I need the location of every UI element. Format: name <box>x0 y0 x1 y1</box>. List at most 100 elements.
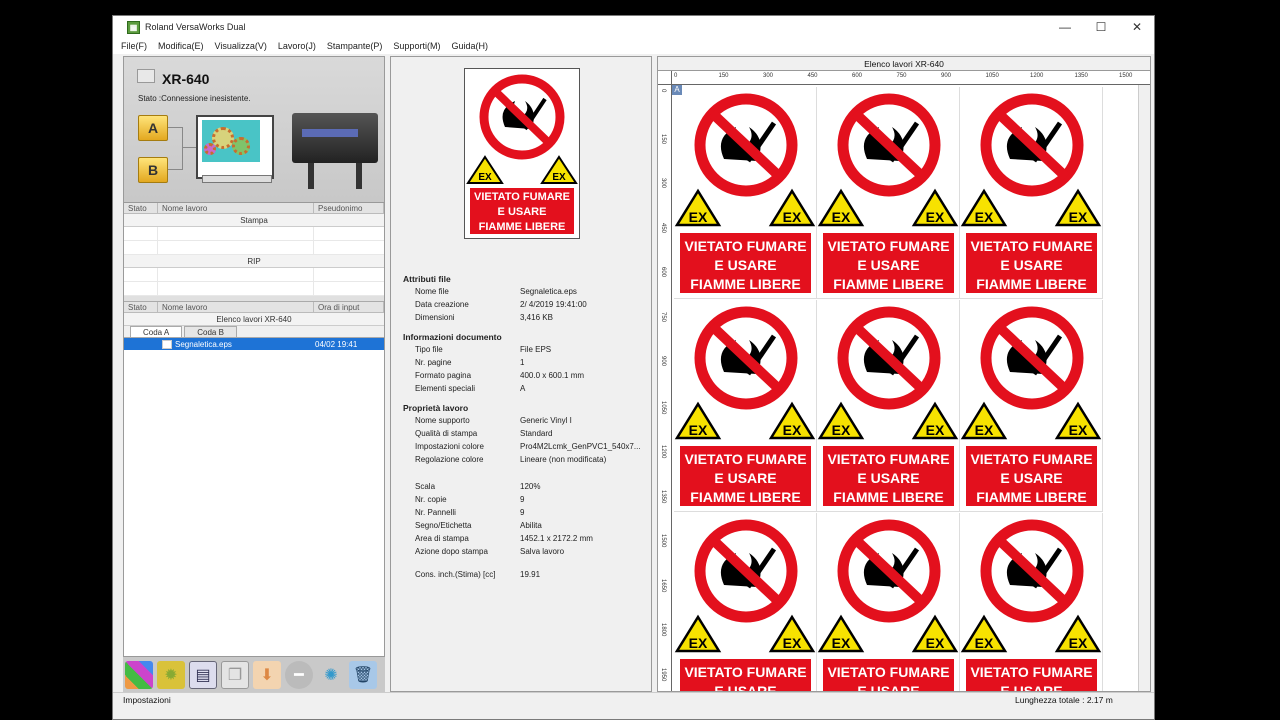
close-button[interactable]: ✕ <box>1119 16 1154 38</box>
job-row-selected[interactable]: Segnaletica.eps 04/02 19:41 <box>124 338 384 350</box>
job-name: Segnaletica.eps <box>175 339 232 349</box>
sign-tile[interactable]: EXEXVIETATO FUMAREE USAREFIAMME LIBERE <box>960 87 1103 299</box>
menu-help[interactable]: Guida(H) <box>451 41 488 51</box>
attr-key: Impostazioni colore <box>415 442 484 451</box>
svg-text:FIAMME LIBERE: FIAMME LIBERE <box>833 489 943 505</box>
settings-icon[interactable] <box>125 660 153 689</box>
svg-text:EX: EX <box>832 209 851 225</box>
ruler-tick-label: 300 <box>763 73 774 79</box>
status-bar: Impostazioni Lunghezza totale : 2.17 m <box>113 692 1154 719</box>
queue-b-folder-icon[interactable]: B <box>138 157 168 183</box>
sign-tile[interactable]: EXEXVIETATO FUMAREE USAREFIAMME LIBERE <box>674 87 817 299</box>
stop-icon[interactable]: ━ <box>285 660 313 689</box>
attr-value: 3,416 KB <box>520 313 553 322</box>
sign-tile[interactable]: EXEXVIETATO FUMAREE USAREFIAMME LIBERE <box>817 87 960 299</box>
svg-text:VIETATO FUMARE: VIETATO FUMARE <box>827 451 949 467</box>
svg-text:EX: EX <box>689 635 708 651</box>
no-fire-sign-icon: EXEXVIETATO FUMAREE USAREFIAMME LIBERE <box>674 93 816 293</box>
menu-media[interactable]: Supporti(M) <box>393 41 440 51</box>
printer-name: XR-640 <box>162 71 210 87</box>
copy-icon[interactable]: ❐ <box>221 660 249 689</box>
sign-tile[interactable]: EXEXVIETATO FUMAREE USAREFIAMME LIBERE <box>817 513 960 691</box>
ruler-tick-label: 1200 <box>1030 73 1044 79</box>
svg-text:FIAMME LIBERE: FIAMME LIBERE <box>690 489 800 505</box>
keyboard-icon <box>202 175 272 183</box>
connector-line <box>168 127 182 128</box>
svg-text:EX: EX <box>926 209 945 225</box>
svg-text:EX: EX <box>926 635 945 651</box>
print-icon[interactable]: ▤ <box>189 660 217 689</box>
attr-key: Nr. pagine <box>415 358 452 367</box>
sign-tile[interactable]: EXEXVIETATO FUMAREE USAREFIAMME LIBERE <box>817 300 960 512</box>
col-state[interactable]: Stato <box>124 202 158 214</box>
sign-tile[interactable]: EXEXVIETATO FUMAREE USAREFIAMME LIBERE <box>960 300 1103 512</box>
menu-bar: File(F) Modifica(E) Visualizza(V) Lavoro… <box>113 38 1154 54</box>
loading-icon[interactable]: ✺ <box>317 661 345 689</box>
plotter-stand <box>308 163 314 189</box>
no-fire-sign-icon: EXEXVIETATO FUMAREE USAREFIAMME LIBERE <box>817 519 959 691</box>
ruler-tick-label: 1650 <box>660 578 666 592</box>
attr-value: 400.0 x 600.1 mm <box>520 371 585 380</box>
ruler-tick-label: 300 <box>660 178 666 189</box>
sign-tile[interactable]: EXEXVIETATO FUMAREE USAREFIAMME LIBERE <box>960 513 1103 691</box>
ruler-corner <box>658 71 672 85</box>
import-icon[interactable]: ⬇ <box>253 660 281 689</box>
job-list-header: Stato Nome lavoro Ora di input <box>124 301 384 313</box>
rip-computer-icon[interactable] <box>196 115 274 179</box>
rip-row[interactable] <box>124 268 384 282</box>
attr-value: Standard <box>520 429 553 438</box>
sign-tile[interactable]: EXEXVIETATO FUMAREE USAREFIAMME LIBERE <box>674 513 817 691</box>
attr-key: Elementi speciali <box>415 384 476 393</box>
connector-line <box>182 147 196 148</box>
print-row[interactable] <box>124 227 384 241</box>
ruler-tick-label: 900 <box>941 73 952 79</box>
attr-key: Cons. inch.(Stima) [cc] <box>415 570 496 579</box>
attr-value: 9 <box>520 495 525 504</box>
ruler-tick-label: 0 <box>674 73 678 79</box>
svg-text:E USARE: E USARE <box>714 257 776 273</box>
menu-job[interactable]: Lavoro(J) <box>278 41 316 51</box>
col-job-name[interactable]: Nome lavoro <box>158 301 314 313</box>
svg-text:EX: EX <box>783 209 802 225</box>
col-alias[interactable]: Pseudonimo <box>314 202 384 214</box>
plotter-cover <box>302 129 358 137</box>
svg-text:VIETATO FUMARE: VIETATO FUMARE <box>827 238 949 254</box>
maximize-button[interactable]: ☐ <box>1083 16 1119 38</box>
no-fire-sign-icon: EXEXVIETATO FUMAREE USAREFIAMME LIBERE <box>817 93 959 293</box>
svg-text:VIETATO FUMARE: VIETATO FUMARE <box>684 664 806 680</box>
ruler-tick-label: 1050 <box>985 73 999 79</box>
vertical-ruler: 0 150 300 450 600 750 900 1050 1200 1350 1500 1650 1… <box>658 85 672 691</box>
tab-queue-b[interactable]: Coda B <box>184 326 237 337</box>
menu-printer[interactable]: Stampante(P) <box>327 41 383 51</box>
job-thumbnail[interactable]: EX EX VIETATO FUMARE E USARE FIAMME LIBE… <box>464 68 580 239</box>
layout-canvas[interactable]: EX EX VIETATO FUMARE E USARE FIAMME LIBERE EX… <box>672 85 1150 691</box>
menu-view[interactable]: Visualizza(V) <box>215 41 267 51</box>
col-state[interactable]: Stato <box>124 301 158 313</box>
print-row[interactable] <box>124 241 384 255</box>
plotter-image[interactable] <box>292 113 378 189</box>
attr-key: Regolazione colore <box>415 455 484 464</box>
queue-a-folder-icon[interactable]: A <box>138 115 168 141</box>
svg-text:EX: EX <box>552 172 566 183</box>
menu-edit[interactable]: Modifica(E) <box>158 41 204 51</box>
trash-icon[interactable]: 🗑 <box>349 660 377 689</box>
attr-key: Formato pagina <box>415 371 472 380</box>
ruler-tick-label: 750 <box>896 73 907 79</box>
attr-value: 2/ 4/2019 19:41:00 <box>520 300 587 309</box>
attr-value: 1452.1 x 2172.2 mm <box>520 534 593 543</box>
rip-section-header: RIP <box>124 255 384 268</box>
print-section-header: Stampa <box>124 214 384 227</box>
gear-icon[interactable]: ✹ <box>157 660 185 689</box>
minimize-button[interactable]: — <box>1047 16 1083 38</box>
svg-text:EX: EX <box>478 172 492 183</box>
sign-tile[interactable]: EXEXVIETATO FUMAREE USAREFIAMME LIBERE <box>674 300 817 512</box>
rip-row[interactable] <box>124 282 384 296</box>
tab-queue-a[interactable]: Coda A <box>130 326 183 337</box>
col-input-time[interactable]: Ora di input <box>314 301 384 313</box>
no-fire-sign-icon: EXEXVIETATO FUMAREE USAREFIAMME LIBERE <box>960 93 1102 293</box>
vertical-scrollbar[interactable] <box>1138 85 1150 691</box>
layout-preview-panel: Elenco lavori XR-640 0 150 300 450 600 750 900… <box>657 56 1151 692</box>
menu-file[interactable]: File(F) <box>121 41 147 51</box>
col-job-name[interactable]: Nome lavoro <box>158 202 314 214</box>
printer-state: Stato :Connessione inesistente. <box>138 94 251 103</box>
